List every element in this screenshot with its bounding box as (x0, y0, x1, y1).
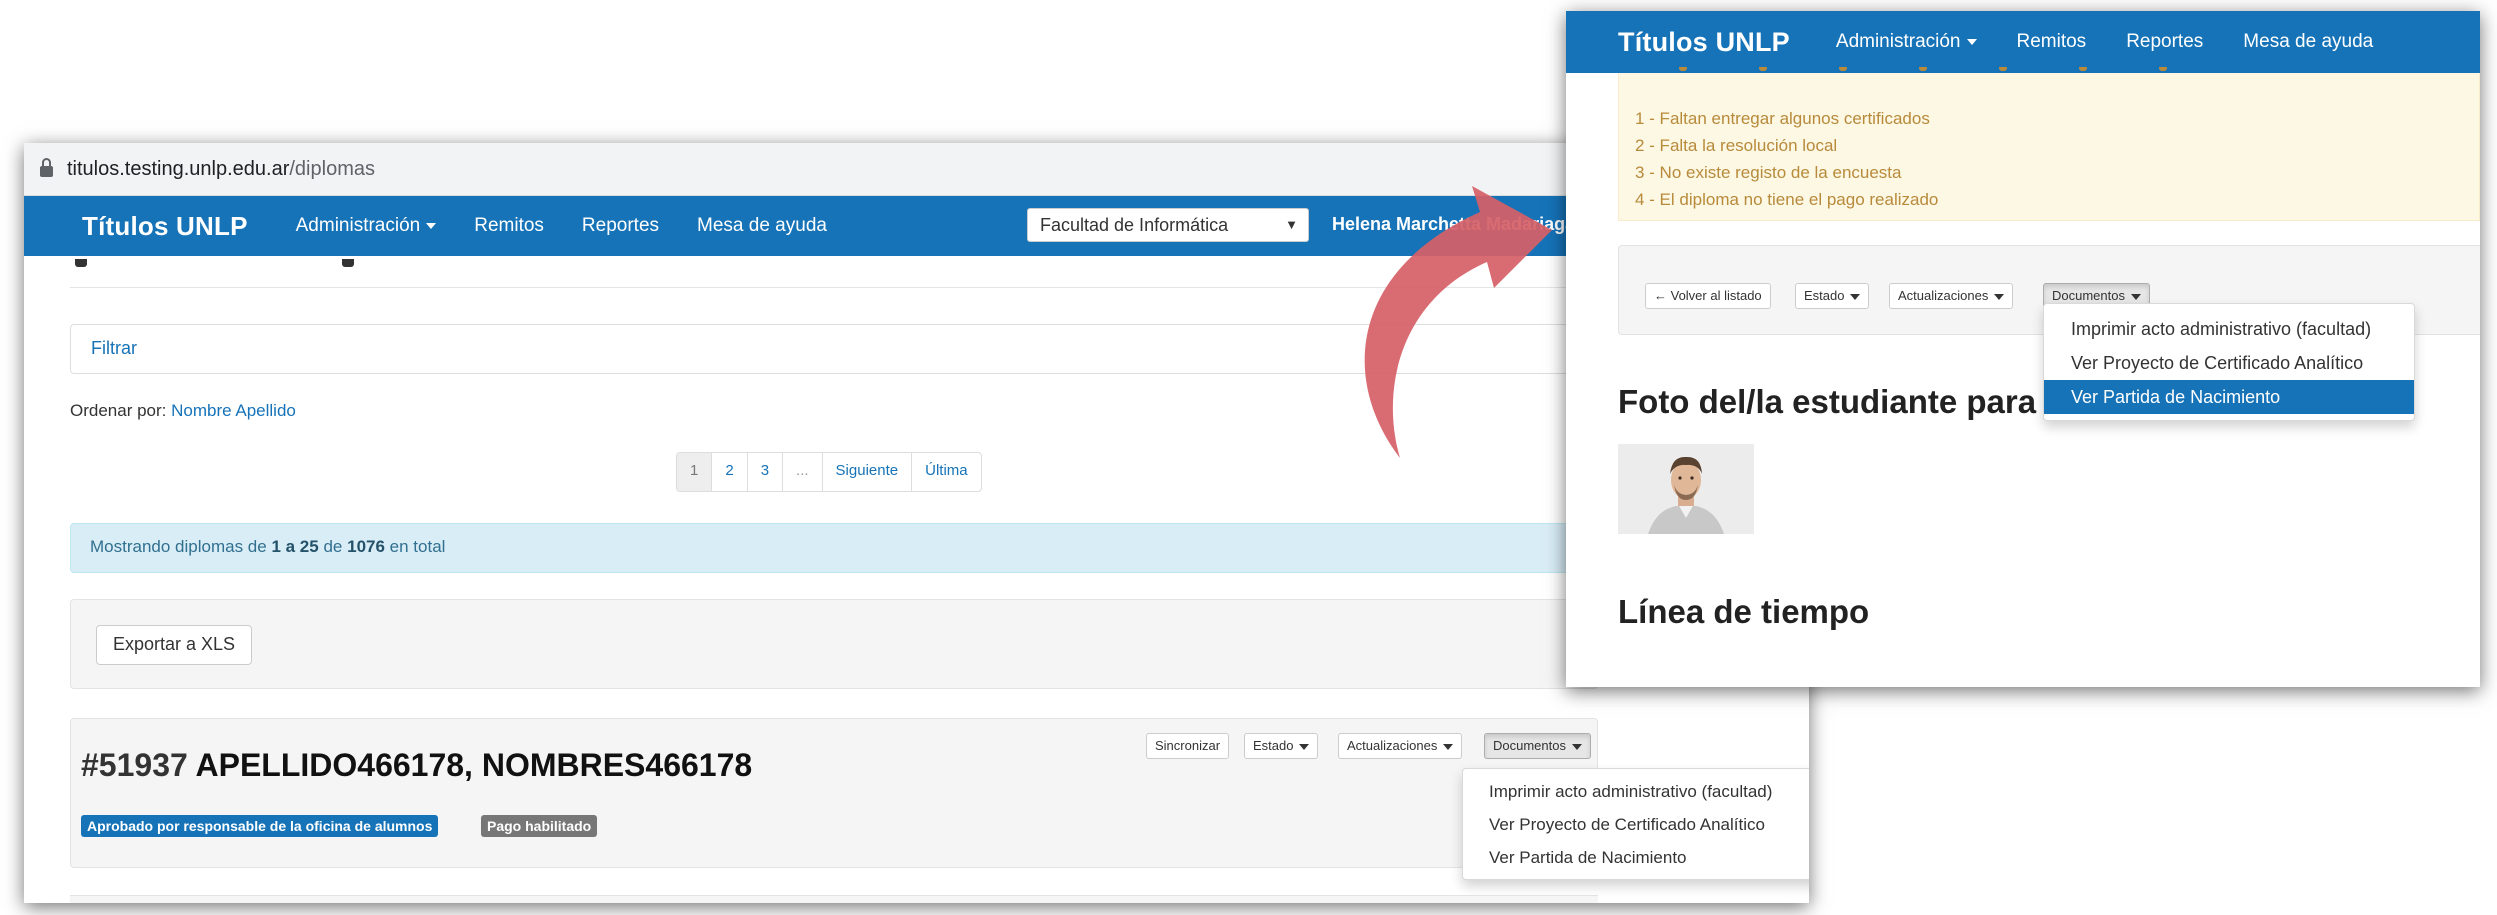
curved-arrow-icon (1364, 186, 1552, 458)
